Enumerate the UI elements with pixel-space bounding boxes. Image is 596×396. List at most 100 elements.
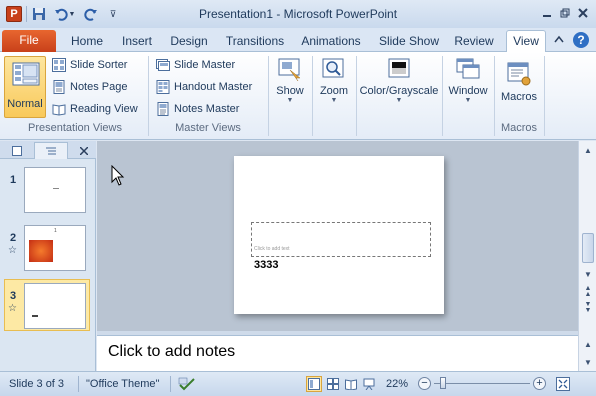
- slide-count: Slide 3 of 3: [9, 378, 65, 390]
- notes-placeholder: Click to add notes: [108, 343, 236, 360]
- notes-scroll-up-icon[interactable]: ▲: [581, 337, 595, 351]
- slide-sorter-status-button[interactable]: [325, 376, 341, 392]
- notes-page-icon: [53, 80, 65, 94]
- normal-view-status-button[interactable]: [306, 376, 322, 392]
- normal-view-button[interactable]: Normal: [4, 56, 46, 118]
- normal-view-status-icon: [308, 378, 320, 390]
- slides-tab[interactable]: [2, 142, 32, 159]
- show-icon: [278, 58, 301, 82]
- tab-home[interactable]: Home: [66, 32, 108, 52]
- zoom-in-button[interactable]: +: [533, 377, 546, 390]
- scroll-up-icon[interactable]: ▲: [581, 143, 595, 157]
- slide-show-status-icon: [363, 378, 375, 390]
- slide-thumbnail-3[interactable]: [24, 283, 86, 329]
- tab-transitions[interactable]: Transitions: [222, 32, 288, 52]
- group-separator: [544, 56, 545, 136]
- slide-thumbnail-1[interactable]: [24, 167, 86, 213]
- zoom-slider-thumb[interactable]: [440, 377, 446, 389]
- show-dropdown-icon: ▼: [286, 97, 294, 104]
- slide-sorter-icon: [52, 58, 66, 72]
- slides-tab-icon: [12, 145, 22, 156]
- show-label: Show: [276, 85, 304, 97]
- notes-master-label: Notes Master: [174, 103, 240, 115]
- scroll-down-icon[interactable]: ▼: [581, 267, 595, 281]
- color-grayscale-label: Color/Grayscale: [359, 85, 439, 97]
- group-separator: [442, 56, 443, 136]
- slide-2-marker: 1: [54, 228, 57, 234]
- help-icon[interactable]: ?: [572, 31, 590, 49]
- tab-slide-show[interactable]: Slide Show: [376, 32, 442, 52]
- window-dropdown-icon: ▼: [464, 97, 472, 104]
- notes-page-label: Notes Page: [70, 81, 128, 93]
- slide-editing-area: Click to add text 3333: [97, 141, 578, 331]
- previous-slide-icon[interactable]: ▲ ▲: [581, 285, 595, 299]
- restore-icon[interactable]: [558, 6, 572, 20]
- slide-sorter-label: Slide Sorter: [70, 59, 128, 71]
- reading-view-button[interactable]: Reading View: [52, 100, 138, 118]
- notes-master-button[interactable]: Notes Master: [156, 100, 239, 118]
- slide-master-button[interactable]: Slide Master: [156, 56, 235, 74]
- macros-label: Macros: [500, 91, 538, 103]
- zoom-label: Zoom: [319, 85, 349, 97]
- color-grayscale-dropdown-icon: ▼: [395, 97, 403, 104]
- slide-show-status-button[interactable]: [361, 376, 377, 392]
- color-grayscale-icon: [388, 58, 410, 78]
- slide-text[interactable]: 3333: [254, 259, 278, 271]
- window-button[interactable]: Window ▼: [446, 56, 490, 105]
- tab-design[interactable]: Design: [166, 32, 212, 52]
- zoom-button[interactable]: Zoom ▼: [316, 56, 352, 105]
- show-button[interactable]: Show ▼: [272, 56, 308, 105]
- macros-button[interactable]: Macros: [498, 60, 540, 103]
- spell-check-icon[interactable]: [177, 376, 197, 392]
- slide-number-3: 3: [10, 290, 17, 302]
- tab-view[interactable]: View: [506, 30, 546, 53]
- window-label: Window: [448, 85, 488, 97]
- macros-icon: [507, 62, 531, 86]
- next-slide-icon[interactable]: ▼ ▼: [581, 301, 595, 315]
- reading-view-status-button[interactable]: [343, 376, 359, 392]
- theme-name[interactable]: "Office Theme": [86, 378, 159, 390]
- scroll-thumb[interactable]: [582, 233, 594, 263]
- notes-master-icon: [157, 102, 169, 116]
- minimize-icon[interactable]: [540, 6, 554, 20]
- slides-pane: 1 2 ☆ 1 3 ☆: [0, 141, 96, 371]
- presentation-views-group-label: Presentation Views: [28, 122, 122, 134]
- notes-pane[interactable]: Click to add notes: [97, 335, 578, 371]
- macros-group-label: Macros: [500, 122, 538, 134]
- tab-file[interactable]: File: [2, 30, 56, 52]
- zoom-icon: [322, 58, 344, 78]
- zoom-slider-track[interactable]: [434, 383, 530, 384]
- tab-animations[interactable]: Animations: [298, 32, 364, 52]
- normal-view-icon: [12, 62, 40, 86]
- handout-master-button[interactable]: Handout Master: [156, 78, 252, 96]
- close-pane-icon[interactable]: [76, 142, 92, 159]
- vertical-scrollbar[interactable]: ▲ ▼ ▲ ▲ ▼ ▼ ▲ ▼: [578, 141, 596, 371]
- zoom-level[interactable]: 22%: [386, 378, 408, 390]
- slide-sorter-button[interactable]: Slide Sorter: [52, 56, 127, 74]
- outline-tab[interactable]: [34, 142, 68, 159]
- group-separator: [148, 56, 149, 136]
- slide-thumbnail-2[interactable]: 1: [24, 225, 86, 271]
- svg-text:?: ?: [577, 33, 584, 47]
- current-slide[interactable]: Click to add text 3333: [234, 156, 444, 314]
- transition-star-icon: ☆: [8, 303, 17, 314]
- notes-page-button[interactable]: Notes Page: [52, 78, 127, 96]
- tab-review[interactable]: Review: [452, 32, 496, 52]
- group-separator: [268, 56, 269, 136]
- notes-scroll-down-icon[interactable]: ▼: [581, 355, 595, 369]
- close-icon[interactable]: [576, 6, 590, 20]
- zoom-dropdown-icon: ▼: [330, 97, 338, 104]
- mouse-cursor-icon: [111, 165, 125, 186]
- window-title: Presentation1 - Microsoft PowerPoint: [198, 7, 398, 21]
- handout-master-label: Handout Master: [174, 81, 253, 93]
- text-placeholder[interactable]: Click to add text: [251, 222, 431, 257]
- minimize-ribbon-icon[interactable]: [554, 35, 564, 43]
- tab-insert[interactable]: Insert: [116, 32, 158, 52]
- zoom-out-button[interactable]: −: [418, 377, 431, 390]
- color-grayscale-button[interactable]: Color/Grayscale ▼: [358, 56, 440, 105]
- status-separator: [170, 376, 171, 392]
- group-separator: [312, 56, 313, 136]
- reading-view-label: Reading View: [70, 103, 138, 115]
- slide-number-2: 2: [10, 232, 17, 244]
- fit-to-window-button[interactable]: [555, 376, 571, 392]
